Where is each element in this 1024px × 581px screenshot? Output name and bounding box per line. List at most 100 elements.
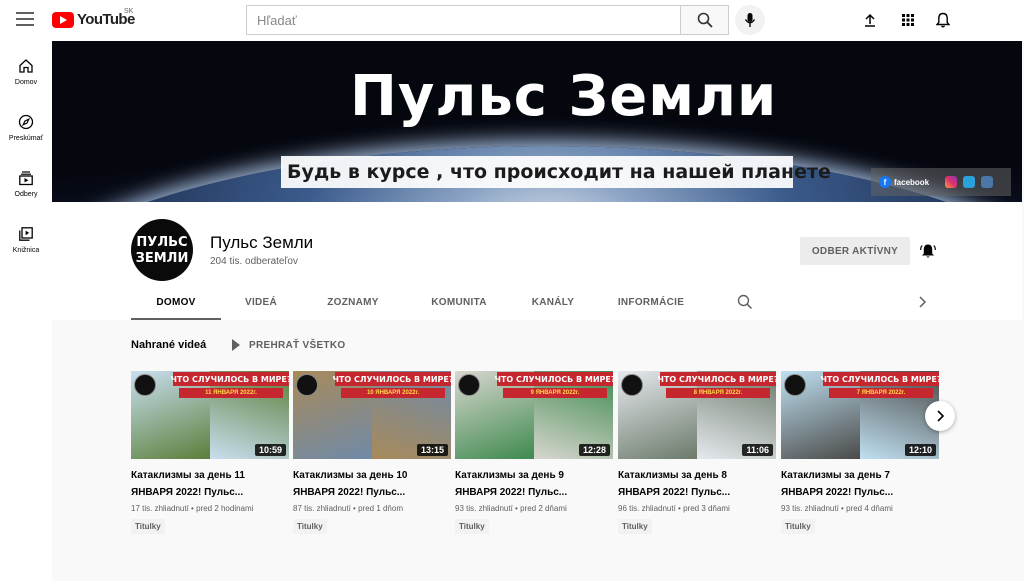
vk-icon[interactable] bbox=[981, 176, 994, 188]
video-age: pred 1 dňom bbox=[358, 504, 403, 513]
video-thumbnail[interactable]: ЧТО СЛУЧИЛОСЬ В МИРЕ? 10 ЯНВАРЯ 2022г. 1… bbox=[293, 371, 451, 459]
video-thumbnail[interactable]: ЧТО СЛУЧИЛОСЬ В МИРЕ? 11 ЯНВАРЯ 2022г. 1… bbox=[131, 371, 289, 459]
sidebar-item-label: Odbery bbox=[14, 191, 38, 198]
video-meta: 93 tis. zhliadnutí • pred 4 dňami bbox=[781, 504, 939, 513]
search-icon bbox=[697, 12, 713, 28]
thumbnail-heading: ЧТО СЛУЧИЛОСЬ В МИРЕ? bbox=[170, 372, 289, 386]
thumbnail-channel-logo bbox=[134, 374, 156, 396]
bell-ringing-icon bbox=[920, 244, 936, 258]
video-meta: 93 tis. zhliadnutí • pred 2 dňami bbox=[455, 504, 613, 513]
search-placeholder: Hľadať bbox=[257, 12, 297, 28]
video-thumbnail[interactable]: ЧТО СЛУЧИЛОСЬ В МИРЕ? 7 ЯНВАРЯ 2022г. 12… bbox=[781, 371, 939, 459]
channel-content: Nahrané videá PREHRAŤ VŠETKO ЧТО СЛУЧИЛО… bbox=[52, 320, 1022, 581]
carousel-next-button[interactable] bbox=[925, 401, 955, 431]
tabs-scroll-right-button[interactable] bbox=[914, 294, 930, 310]
video-meta: 96 tis. zhliadnutí • pred 3 dňami bbox=[618, 504, 776, 513]
facebook-label: facebook bbox=[894, 177, 930, 187]
facebook-link[interactable]: f facebook bbox=[879, 176, 929, 188]
tab-videos[interactable]: VIDEÁ bbox=[231, 290, 291, 320]
video-title[interactable]: Катаклизмы за день 11 ЯНВАРЯ 2022! Пульс… bbox=[131, 467, 281, 501]
banner-subtitle-box: Будь в курсе , что происходит на нашей п… bbox=[281, 156, 831, 188]
upload-button[interactable] bbox=[860, 10, 880, 30]
tab-channels[interactable]: KANÁLY bbox=[523, 290, 583, 320]
thumbnail-date: 9 ЯНВАРЯ 2022г. bbox=[503, 388, 607, 398]
thumbnail-date: 8 ЯНВАРЯ 2022г. bbox=[666, 388, 770, 398]
menu-icon[interactable] bbox=[16, 12, 34, 26]
sidebar-item-subscriptions[interactable]: Odbery bbox=[0, 153, 52, 203]
video-card[interactable]: ЧТО СЛУЧИЛОСЬ В МИРЕ? 10 ЯНВАРЯ 2022г. 1… bbox=[293, 371, 451, 534]
apps-button[interactable] bbox=[898, 10, 918, 30]
notification-bell-button[interactable] bbox=[918, 241, 938, 261]
notifications-button[interactable] bbox=[933, 10, 953, 30]
search-button[interactable] bbox=[680, 5, 729, 35]
instagram-icon[interactable] bbox=[945, 176, 958, 188]
captions-badge: Titulky bbox=[781, 519, 815, 534]
video-meta: 87 tis. zhliadnutí • pred 1 dňom bbox=[293, 504, 451, 513]
sidebar: Domov Preskúmať Odbery Knižnica bbox=[0, 41, 52, 581]
subscriber-count: 204 tis. odberateľov bbox=[210, 256, 298, 267]
video-duration: 13:15 bbox=[416, 444, 448, 456]
thumbnail-date: 10 ЯНВАРЯ 2022г. bbox=[341, 388, 445, 398]
youtube-logo[interactable]: YouTube bbox=[52, 11, 135, 28]
sidebar-item-label: Domov bbox=[14, 79, 38, 86]
video-title[interactable]: Катаклизмы за день 9 ЯНВАРЯ 2022! Пульс.… bbox=[455, 467, 605, 501]
video-views: 93 tis. zhliadnutí bbox=[455, 504, 513, 513]
tab-playlists[interactable]: ZOZNAMY bbox=[313, 290, 393, 320]
banner-social-links: f facebook bbox=[871, 168, 1011, 196]
subscribe-button[interactable]: ODBER AKTÍVNY bbox=[800, 237, 910, 265]
video-age: pred 4 dňami bbox=[846, 504, 893, 513]
thumbnail-channel-logo bbox=[621, 374, 643, 396]
sidebar-item-explore[interactable]: Preskúmať bbox=[0, 97, 52, 147]
video-views: 93 tis. zhliadnutí bbox=[781, 504, 839, 513]
banner-subtitle: Будь в курсе , что происходит на нашей п… bbox=[287, 161, 831, 183]
avatar-line-2: ЗЕМЛИ bbox=[135, 250, 189, 266]
video-thumbnail[interactable]: ЧТО СЛУЧИЛОСЬ В МИРЕ? 9 ЯНВАРЯ 2022г. 12… bbox=[455, 371, 613, 459]
library-icon bbox=[17, 225, 35, 243]
video-views: 96 tis. zhliadnutí bbox=[618, 504, 676, 513]
video-views: 87 tis. zhliadnutí bbox=[293, 504, 351, 513]
sidebar-item-label: Knižnica bbox=[12, 247, 40, 254]
search-input[interactable]: Hľadať bbox=[246, 5, 681, 35]
chevron-right-icon bbox=[937, 410, 945, 422]
section-title: Nahrané videá bbox=[131, 339, 207, 351]
video-thumbnail[interactable]: ЧТО СЛУЧИЛОСЬ В МИРЕ? 8 ЯНВАРЯ 2022г. 11… bbox=[618, 371, 776, 459]
channel-header: ПУЛЬС ЗЕМЛИ Пульс Земли 204 tis. odberat… bbox=[52, 202, 1022, 320]
telegram-icon[interactable] bbox=[963, 176, 976, 188]
captions-badge: Titulky bbox=[455, 519, 489, 534]
sidebar-item-home[interactable]: Domov bbox=[0, 41, 52, 91]
video-card[interactable]: ЧТО СЛУЧИЛОСЬ В МИРЕ? 9 ЯНВАРЯ 2022г. 12… bbox=[455, 371, 613, 534]
video-card[interactable]: ЧТО СЛУЧИЛОСЬ В МИРЕ? 11 ЯНВАРЯ 2022г. 1… bbox=[131, 371, 289, 534]
subscriptions-icon bbox=[17, 169, 35, 187]
top-bar: YouTube SK Hľadať bbox=[0, 0, 1024, 41]
thumbnail-channel-logo bbox=[458, 374, 480, 396]
channel-search-button[interactable] bbox=[737, 294, 753, 310]
video-card[interactable]: ЧТО СЛУЧИЛОСЬ В МИРЕ? 8 ЯНВАРЯ 2022г. 11… bbox=[618, 371, 776, 534]
video-title[interactable]: Катаклизмы за день 10 ЯНВАРЯ 2022! Пульс… bbox=[293, 467, 443, 501]
video-views: 17 tis. zhliadnutí bbox=[131, 504, 189, 513]
thumbnail-channel-logo bbox=[296, 374, 318, 396]
tab-about[interactable]: INFORMÁCIE bbox=[606, 290, 696, 320]
apps-icon bbox=[902, 14, 914, 26]
video-duration: 12:28 bbox=[578, 444, 610, 456]
thumbnail-heading: ЧТО СЛУЧИЛОСЬ В МИРЕ? bbox=[494, 372, 613, 386]
video-title[interactable]: Катаклизмы за день 7 ЯНВАРЯ 2022! Пульс.… bbox=[781, 467, 931, 501]
tab-home[interactable]: DOMOV bbox=[131, 290, 221, 320]
thumbnail-date: 7 ЯНВАРЯ 2022г. bbox=[829, 388, 933, 398]
video-title[interactable]: Катаклизмы за день 8 ЯНВАРЯ 2022! Пульс.… bbox=[618, 467, 768, 501]
play-all-label: PREHRAŤ VŠETKO bbox=[249, 339, 346, 351]
facebook-icon: f bbox=[879, 176, 891, 188]
voice-search-button[interactable] bbox=[735, 5, 765, 35]
avatar-line-1: ПУЛЬС bbox=[136, 234, 188, 250]
captions-badge: Titulky bbox=[618, 519, 652, 534]
channel-avatar[interactable]: ПУЛЬС ЗЕМЛИ bbox=[131, 219, 193, 281]
thumbnail-heading: ЧТО СЛУЧИЛОСЬ В МИРЕ? bbox=[657, 372, 776, 386]
play-all-button[interactable]: PREHRAŤ VŠETKO bbox=[232, 339, 345, 351]
sidebar-item-library[interactable]: Knižnica bbox=[0, 209, 52, 259]
search-icon bbox=[737, 294, 753, 310]
video-card[interactable]: ЧТО СЛУЧИЛОСЬ В МИРЕ? 7 ЯНВАРЯ 2022г. 12… bbox=[781, 371, 939, 534]
tab-community[interactable]: KOMUNITA bbox=[414, 290, 504, 320]
video-duration: 12:10 bbox=[904, 444, 936, 456]
channel-banner: Пульс Земли Будь в курсе , что происходи… bbox=[52, 41, 1022, 202]
chevron-right-icon bbox=[919, 296, 927, 308]
captions-badge: Titulky bbox=[293, 519, 327, 534]
